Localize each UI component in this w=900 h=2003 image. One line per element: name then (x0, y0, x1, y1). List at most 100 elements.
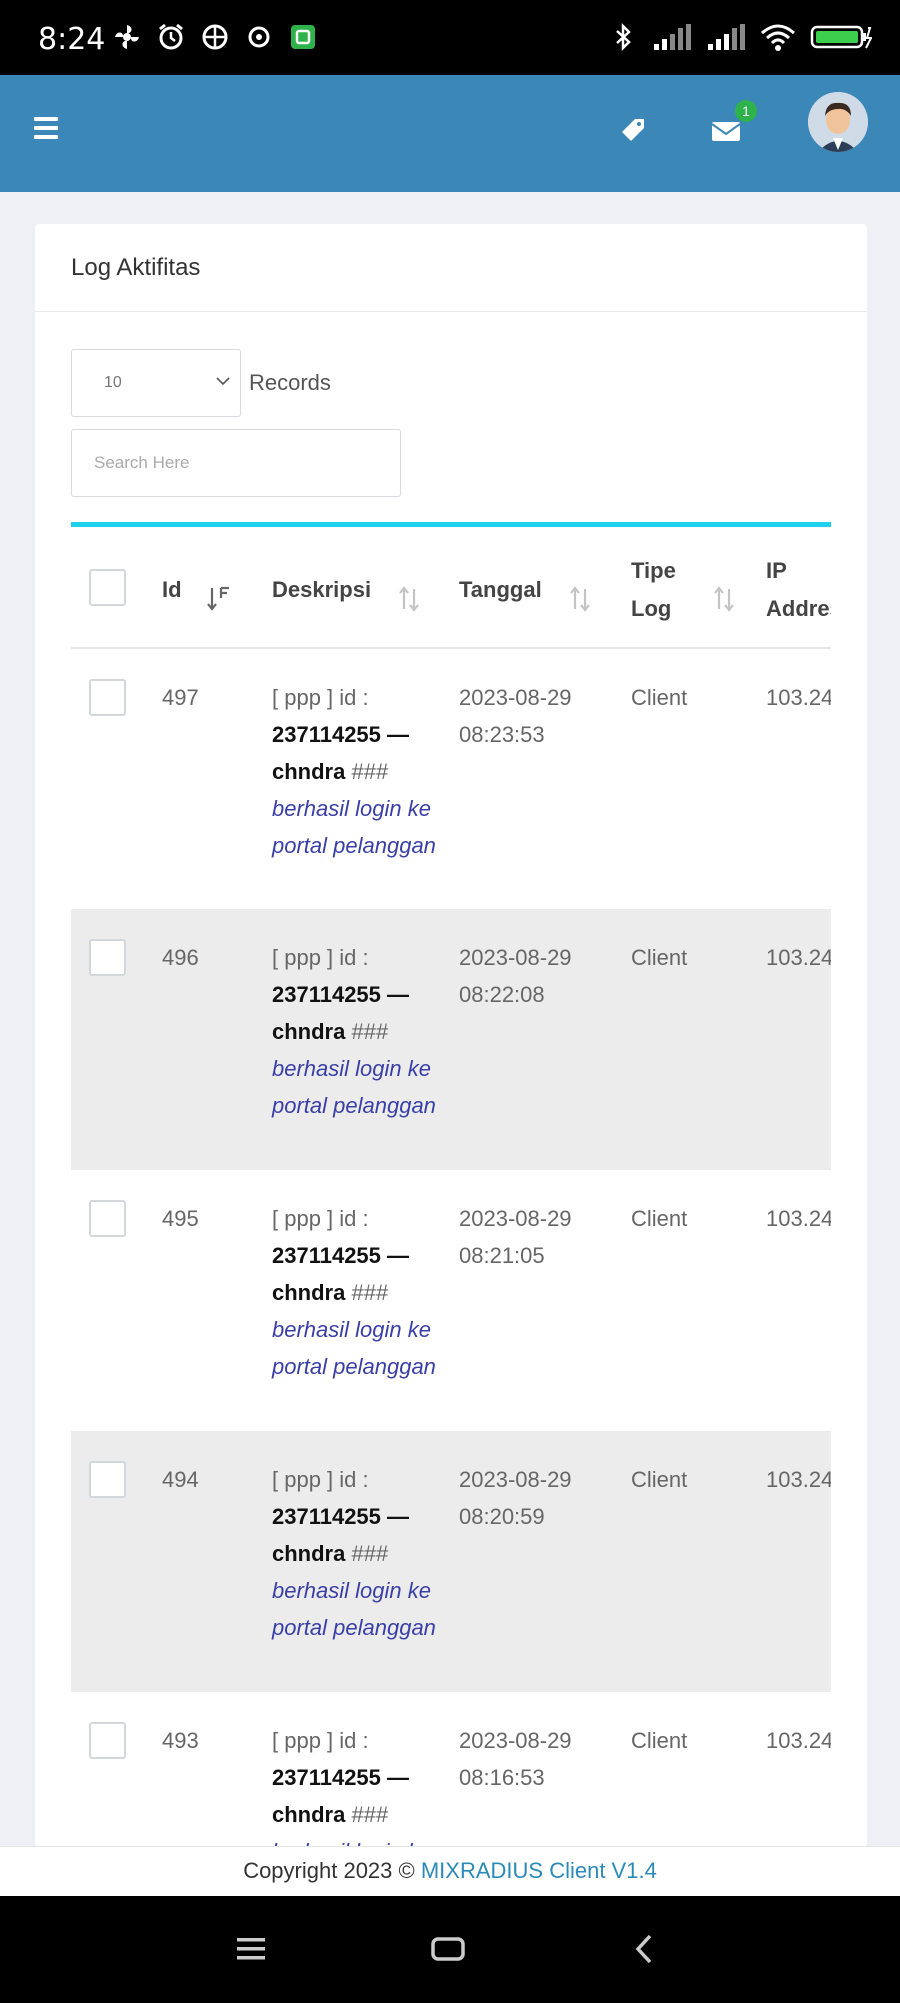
cell-tipe-log: Client (631, 685, 688, 710)
menu-icon[interactable] (34, 117, 58, 139)
status-bar: 8:24 (0, 0, 900, 75)
desc-hash: ### (351, 1802, 389, 1827)
row-checkbox[interactable] (89, 1722, 126, 1759)
desc-hash: ### (351, 1019, 389, 1044)
desc-prefix: [ ppp ] id : (272, 1728, 369, 1753)
cell-ip: 103.24 (766, 1728, 831, 1753)
records-label: Records (249, 370, 331, 395)
desc-user: 237114255 — chndra (272, 722, 410, 784)
cell-tipe-log: Client (631, 1206, 688, 1231)
desc-message: berhasil login ke portal pelanggan (272, 1317, 436, 1379)
desc-user: 237114255 — chndra (272, 1243, 410, 1305)
recent-apps-icon[interactable] (236, 1936, 266, 1962)
cell-tipe-log: Client (631, 1467, 688, 1492)
column-header-tipe-log-label: Tipe Log (631, 558, 676, 621)
row-checkbox[interactable] (89, 1461, 126, 1498)
column-header-id[interactable]: Id (162, 527, 272, 648)
footer-copyright: Copyright 2023 © (243, 1858, 415, 1883)
desc-message: berhasil login ke portal pelanggan (272, 1578, 436, 1640)
alarm-icon (159, 23, 183, 50)
column-header-ip[interactable]: IP Address (766, 527, 831, 648)
row-select-cell (71, 1170, 162, 1431)
status-time: 8:24 (38, 22, 106, 57)
back-icon[interactable] (630, 1932, 658, 1966)
desc-prefix: [ ppp ] id : (272, 1206, 369, 1231)
log-table-scroll[interactable]: Id Deskripsi Tanggal Tipe Log IP Addre 4… (71, 527, 831, 1847)
row-checkbox[interactable] (89, 939, 126, 976)
sync-icon (248, 26, 270, 48)
desc-user: 237114255 — chndra (272, 982, 410, 1044)
mail-count-badge: 1 (735, 100, 757, 122)
desc-user: 237114255 — chndra (272, 1504, 410, 1566)
signal-icon (654, 24, 691, 50)
table-row[interactable]: 493 [ ppp ] id : 237114255 — chndra ### … (71, 1692, 831, 1847)
records-select-value: 10 (104, 374, 122, 391)
row-checkbox[interactable] (89, 1200, 126, 1237)
page-title: Log Aktifitas (71, 254, 201, 281)
footer: Copyright 2023 © MIXRADIUS Client V1.4 (0, 1846, 900, 1896)
cell-tanggal: 2023-08-29 08:23:53 (459, 685, 572, 747)
sort-icon[interactable] (711, 584, 737, 614)
table-row[interactable]: 496 [ ppp ] id : 237114255 — chndra ### … (71, 909, 831, 1170)
cell-tipe-log: Client (631, 1728, 688, 1753)
cell-tipe-log: Client (631, 945, 688, 970)
cell-id: 493 (162, 1728, 199, 1753)
search-input[interactable] (71, 429, 401, 497)
bluetooth-icon (616, 22, 631, 52)
table-row[interactable]: 495 [ ppp ] id : 237114255 — chndra ### … (71, 1170, 831, 1431)
cell-id: 495 (162, 1206, 199, 1231)
avatar[interactable] (808, 92, 868, 152)
battery-icon (810, 25, 872, 49)
cell-deskripsi: [ ppp ] id : 237114255 — chndra ### berh… (272, 1170, 459, 1431)
select-all-checkbox[interactable] (89, 568, 126, 606)
sort-desc-icon[interactable] (206, 584, 232, 614)
wifi-icon (761, 24, 795, 51)
card-header: Log Aktifitas (35, 224, 867, 312)
column-header-id-label: Id (162, 577, 182, 602)
table-row[interactable]: 497 [ ppp ] id : 237114255 — chndra ### … (71, 648, 831, 909)
column-header-ip-label: IP Address (766, 558, 831, 621)
signal-icon (708, 24, 745, 50)
cell-id: 496 (162, 945, 199, 970)
column-header-deskripsi-label: Deskripsi (272, 577, 372, 602)
table-header-row: Id Deskripsi Tanggal Tipe Log IP Addre (71, 527, 831, 648)
records-per-page-select[interactable]: 10 (71, 349, 241, 417)
log-table: Id Deskripsi Tanggal Tipe Log IP Addre 4… (71, 527, 831, 1847)
cell-tanggal: 2023-08-29 08:22:08 (459, 945, 572, 1007)
mail-icon[interactable] (710, 117, 744, 145)
desc-message: berhasil login ke portal pelanggan (272, 1056, 436, 1118)
desc-prefix: [ ppp ] id : (272, 1467, 369, 1492)
column-header-tipe-log[interactable]: Tipe Log (631, 527, 766, 648)
vpn-icon (202, 24, 228, 50)
desc-hash: ### (351, 1541, 389, 1566)
column-header-deskripsi[interactable]: Deskripsi (272, 527, 459, 648)
cell-deskripsi: [ ppp ] id : 237114255 — chndra ### berh… (272, 1431, 459, 1692)
cell-ip: 103.24 (766, 685, 831, 710)
desc-prefix: [ ppp ] id : (272, 685, 369, 710)
row-select-cell (71, 1431, 162, 1692)
cell-tanggal: 2023-08-29 08:21:05 (459, 1206, 572, 1268)
desc-hash: ### (351, 1280, 389, 1305)
column-header-tanggal[interactable]: Tanggal (459, 527, 631, 648)
cell-ip: 103.24 (766, 1206, 831, 1231)
column-header-tanggal-label: Tanggal (459, 577, 542, 602)
system-nav-bar (0, 1896, 900, 2003)
sort-icon[interactable] (396, 584, 422, 614)
footer-brand-link[interactable]: MIXRADIUS Client V1.4 (421, 1858, 657, 1883)
cell-ip: 103.24 (766, 945, 831, 970)
cell-ip: 103.24 (766, 1467, 831, 1492)
sort-icon[interactable] (567, 584, 593, 614)
row-select-cell (71, 648, 162, 909)
desc-hash: ### (351, 759, 389, 784)
cell-id: 494 (162, 1467, 199, 1492)
row-checkbox[interactable] (89, 679, 126, 716)
row-select-cell (71, 909, 162, 1170)
table-row[interactable]: 494 [ ppp ] id : 237114255 — chndra ### … (71, 1431, 831, 1692)
fan-icon (115, 25, 139, 49)
tag-icon[interactable] (618, 115, 648, 145)
desc-message: berhasil login ke portal pelanggan (272, 796, 436, 858)
app-header: 1 (0, 75, 900, 192)
home-icon[interactable] (430, 1934, 466, 1964)
log-card: Log Aktifitas 10 Records Id Deskripsi (35, 224, 867, 1847)
header-select-cell (71, 527, 162, 648)
